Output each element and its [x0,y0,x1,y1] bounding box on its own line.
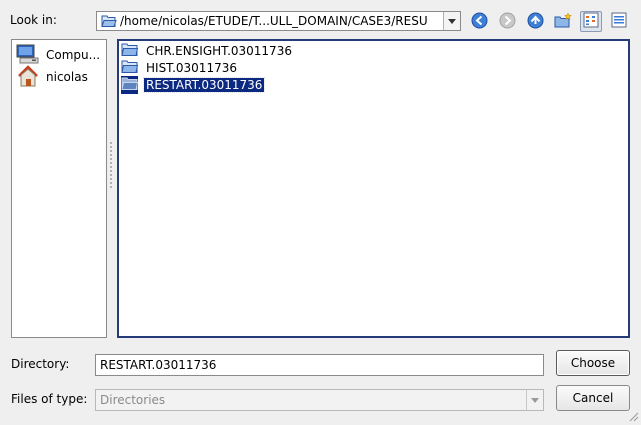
choose-button-label: Choose [570,356,616,370]
file-list[interactable]: CHR.ENSIGHT.03011736 HIST.03011736 RESTA… [117,39,630,338]
list-item[interactable]: CHR.ENSIGHT.03011736 [121,42,628,59]
chevron-down-icon[interactable] [443,12,460,30]
sidebar-item-label: Compu... [46,48,101,62]
files-of-type-label: Files of type: [11,392,88,406]
look-in-label: Look in: [10,13,57,27]
back-button[interactable] [468,11,490,32]
cancel-button-label: Cancel [572,391,614,405]
sidebar-item-computer[interactable]: Compu... [12,44,106,66]
parent-directory-button[interactable] [524,11,546,32]
files-of-type-value: Directories [100,393,166,407]
folder-icon [121,42,139,60]
file-name: HIST.03011736 [146,60,237,75]
choose-button[interactable]: Choose [556,350,630,376]
computer-icon [16,44,40,67]
parent-directory-icon [527,12,544,32]
list-view-icon [583,12,599,31]
directory-label: Directory: [11,357,70,371]
list-item-selected[interactable]: RESTART.03011736 [121,75,628,94]
files-of-type-combobox[interactable]: Directories [95,389,544,411]
list-item[interactable]: HIST.03011736 [121,59,628,76]
places-sidebar[interactable]: Compu... nicolas [11,39,107,338]
forward-icon [499,12,516,32]
look-in-path: /home/nicolas/ETUDE/T...ULL_DOMAIN/CASE3… [120,14,428,28]
look-in-combobox[interactable]: /home/nicolas/ETUDE/T...ULL_DOMAIN/CASE3… [96,11,461,31]
file-name: CHR.ENSIGHT.03011736 [146,43,292,58]
resize-grip-icon[interactable] [627,410,639,422]
new-folder-icon [554,11,572,32]
sidebar-item-label: nicolas [46,70,88,84]
sidebar-splitter[interactable] [109,140,113,200]
folder-open-icon [101,14,117,28]
file-name: RESTART.03011736 [142,76,266,93]
new-folder-button[interactable] [552,11,574,32]
chevron-down-icon[interactable] [526,390,543,410]
back-icon [471,12,488,32]
folder-icon [121,75,139,94]
sidebar-item-home[interactable]: nicolas [12,64,106,90]
detail-view-button[interactable] [608,11,630,32]
cancel-button[interactable]: Cancel [556,385,630,411]
forward-button[interactable] [496,11,518,32]
directory-input[interactable]: RESTART.03011736 [95,354,544,376]
list-view-button[interactable] [580,11,602,32]
folder-icon [121,59,139,77]
detail-view-icon [611,12,627,31]
home-icon [16,64,40,90]
